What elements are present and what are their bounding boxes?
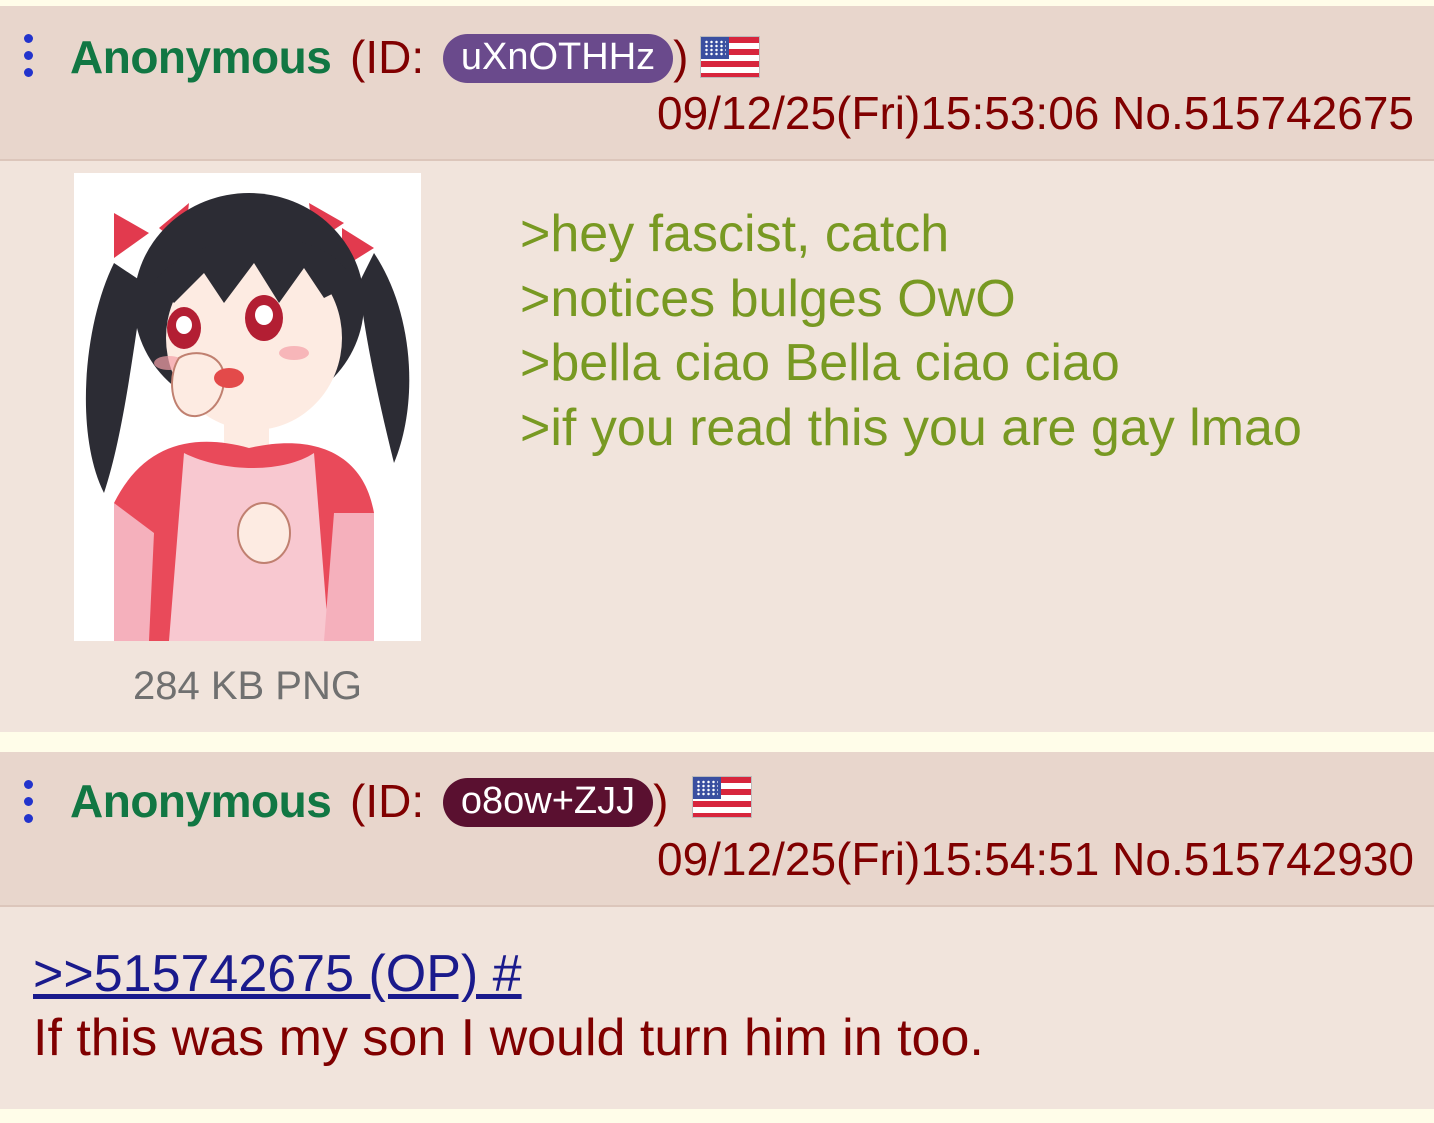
id-suffix: )	[673, 31, 689, 83]
quote-link[interactable]: >>515742675 (OP) #	[33, 944, 522, 1004]
post-op: Anonymous (ID: uXnOTHHz) 09/12/25(Fri)15…	[0, 6, 1434, 732]
greentext-line: >hey fascist, catch	[520, 205, 950, 263]
poster-name: Anonymous	[70, 775, 332, 827]
poster-id: (ID: uXnOTHHz)	[350, 30, 689, 84]
us-flag-icon	[692, 776, 752, 818]
post-datetime[interactable]: 09/12/25(Fri)15:54:51 No.515742930	[657, 832, 1414, 886]
us-flag-icon	[700, 36, 760, 78]
post-header: Anonymous (ID: uXnOTHHz) 09/12/25(Fri)15…	[0, 6, 1434, 161]
greentext-line: >if you read this you are gay lmao	[520, 398, 1302, 457]
post-body-text: If this was my son I would turn him in t…	[33, 1009, 984, 1067]
greentext-line: >bella ciao Bella ciao ciao	[520, 334, 1120, 392]
id-prefix: (ID:	[350, 31, 425, 83]
menu-dots-icon[interactable]	[20, 780, 36, 832]
poster-id: (ID: o8ow+ZJJ)	[350, 774, 668, 828]
poster-name: Anonymous	[70, 31, 332, 83]
id-prefix: (ID:	[350, 775, 425, 827]
file-info[interactable]: 284 KB PNG	[74, 664, 421, 709]
greentext-line: >notices bulges OwO	[520, 269, 1016, 328]
post-body-greentext: >hey fascist, catch >notices bulges OwO …	[520, 202, 1302, 460]
id-suffix: )	[653, 775, 669, 827]
post-image-thumbnail[interactable]	[74, 173, 421, 641]
id-badge[interactable]: uXnOTHHz	[442, 34, 674, 83]
post-datetime[interactable]: 09/12/25(Fri)15:53:06 No.515742675	[657, 86, 1414, 140]
menu-dots-icon[interactable]	[20, 34, 36, 86]
id-badge[interactable]: o8ow+ZJJ	[442, 778, 654, 827]
